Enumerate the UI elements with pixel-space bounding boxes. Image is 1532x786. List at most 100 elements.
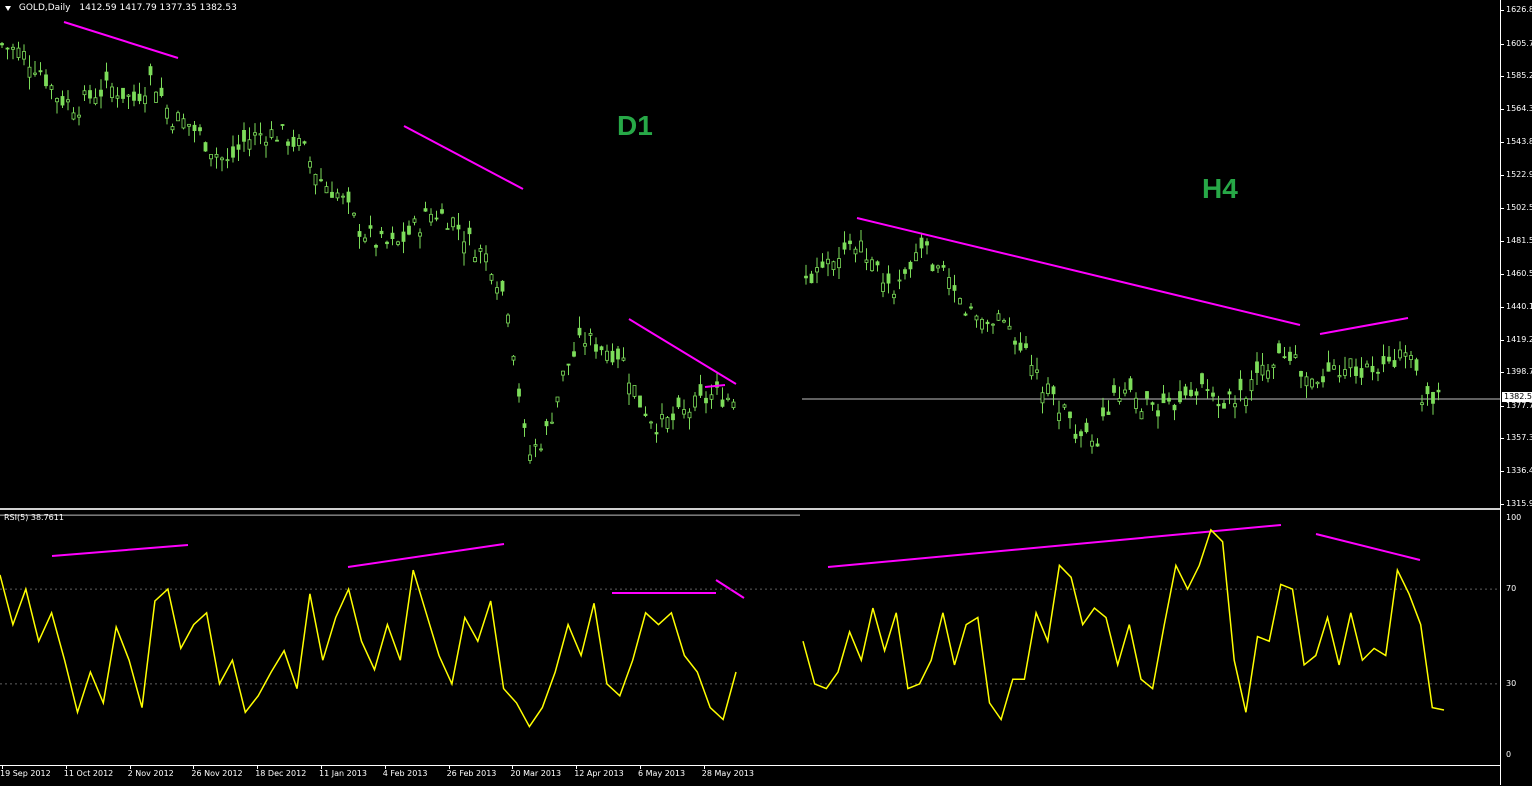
panel-separator[interactable] [0,508,1500,510]
h4-candle-body [1073,433,1078,439]
h4-candle-body [941,265,946,268]
price-tick-label: 1564.3 [1506,104,1532,114]
h4-candle-body [1145,391,1149,399]
trendline-d1-1 [63,21,179,59]
d1-candle-body [473,257,477,263]
price-tick-mark [1501,372,1504,374]
d1-candle-body [720,399,725,407]
h4-candle-body [1040,392,1045,404]
date-tick-label: 12 Apr 2013 [574,769,624,778]
h4-candle-body [1348,358,1353,369]
d1-candle-body [731,401,736,409]
h4-candle-body [1392,360,1397,367]
d1-candle-body [209,154,213,160]
price-tick-mark [1501,405,1504,407]
h4-candle-body [930,264,935,272]
h4-candle-body [1381,356,1386,365]
d1-candle-body [341,195,345,198]
d1-candle-body [247,139,252,150]
date-tick-label: 6 May 2013 [638,769,686,778]
d1-candle-body [423,208,428,212]
h4-candle-body [1425,386,1430,395]
price-tick-mark [1501,76,1504,78]
d1-candle-body [484,253,488,263]
d1-candle-body [407,225,411,235]
d1-candle-body [649,421,653,424]
d1-candle-body [77,114,81,118]
trendline-d1-3 [628,318,737,385]
h4-candle-body [804,275,808,279]
d1-candle-body [555,396,560,403]
d1-candle-body [335,192,340,199]
h4-candle-body [1079,431,1083,437]
trendline-h4-2 [1319,317,1409,335]
d1-candle-body [269,129,274,138]
price-tick-mark [1501,274,1504,276]
h4-candle-body [875,261,880,266]
price-tick-mark [1501,339,1504,341]
price-tick-mark [1501,306,1504,308]
h4-candle-body [1084,422,1089,433]
d1-candle-body [297,138,301,147]
h4-candle-body [1337,375,1342,378]
d1-candle-body [412,218,417,223]
d1-candle-body [93,97,98,105]
d1-candle-body [489,274,494,281]
h4-candle-body [1238,378,1243,391]
h4-candle-body [1018,342,1023,351]
d1-candle-body [148,66,153,76]
d1-candle-body [566,363,571,366]
h4-candle-body [1216,403,1221,407]
price-tick-mark [1501,43,1504,45]
d1-candle-body [121,87,125,99]
h4-candle-body [1244,398,1248,407]
date-tick-label: 26 Nov 2012 [191,769,243,778]
d1-candle-body [346,191,351,203]
price-tick-label: 1419.2 [1506,334,1532,344]
d1-candle-body [671,413,675,421]
h4-candle-body [974,315,979,321]
h4-candle-body [1359,368,1364,378]
price-tick-label: 1377.7 [1506,400,1532,410]
h4-candle-body [1343,369,1347,376]
h4-candle-body [1183,386,1188,396]
d1-candle-body [55,98,59,103]
h4-candle-body [1024,343,1028,348]
date-tick-label: 11 Jan 2013 [319,769,367,778]
rsi-label: RSI(5) 38.7611 [4,513,64,522]
d1-candle-body [357,231,362,237]
d1-candle-body [687,411,692,419]
d1-candle-body [599,346,604,351]
h4-candle-body [1365,363,1369,368]
d1-candle-body [170,126,175,131]
d1-candle-body [693,395,697,408]
price-tick-mark [1501,438,1504,440]
d1-candle-body [99,89,103,97]
d1-candle-body [390,232,395,240]
current-price-tag: 1382.5 [1502,392,1532,402]
date-axis[interactable]: 19 Sep 2012 11 Oct 2012 2 Nov 2012 26 Nov 2… [0,765,1500,786]
d1-candle-body [16,47,21,58]
price-chart[interactable] [0,0,1500,785]
h4-candle-body [1112,385,1116,393]
d1-candle-body [698,384,703,396]
h4-candle-body [848,240,852,245]
d1-candle-body [88,90,92,99]
h4-candle-body [1029,365,1034,377]
h4-candle-body [1233,403,1237,408]
h4-candle-body [853,248,858,255]
d1-candle-body [60,96,65,106]
d1-candle-body [236,144,241,150]
d1-candle-body [286,141,290,146]
d1-candle-body [137,93,142,102]
h4-candle-body [1123,389,1127,394]
h4-candle-body [1007,325,1012,330]
d1-candle-body [330,191,334,198]
date-tick-label: 11 Oct 2012 [63,769,114,778]
h4-candle-body [1403,352,1408,357]
h4-candle-body [1436,389,1441,393]
d1-candle-body [627,382,631,395]
d1-candle-body [440,209,444,214]
d1-candle-body [682,409,686,415]
h4-candle-body [936,265,940,269]
